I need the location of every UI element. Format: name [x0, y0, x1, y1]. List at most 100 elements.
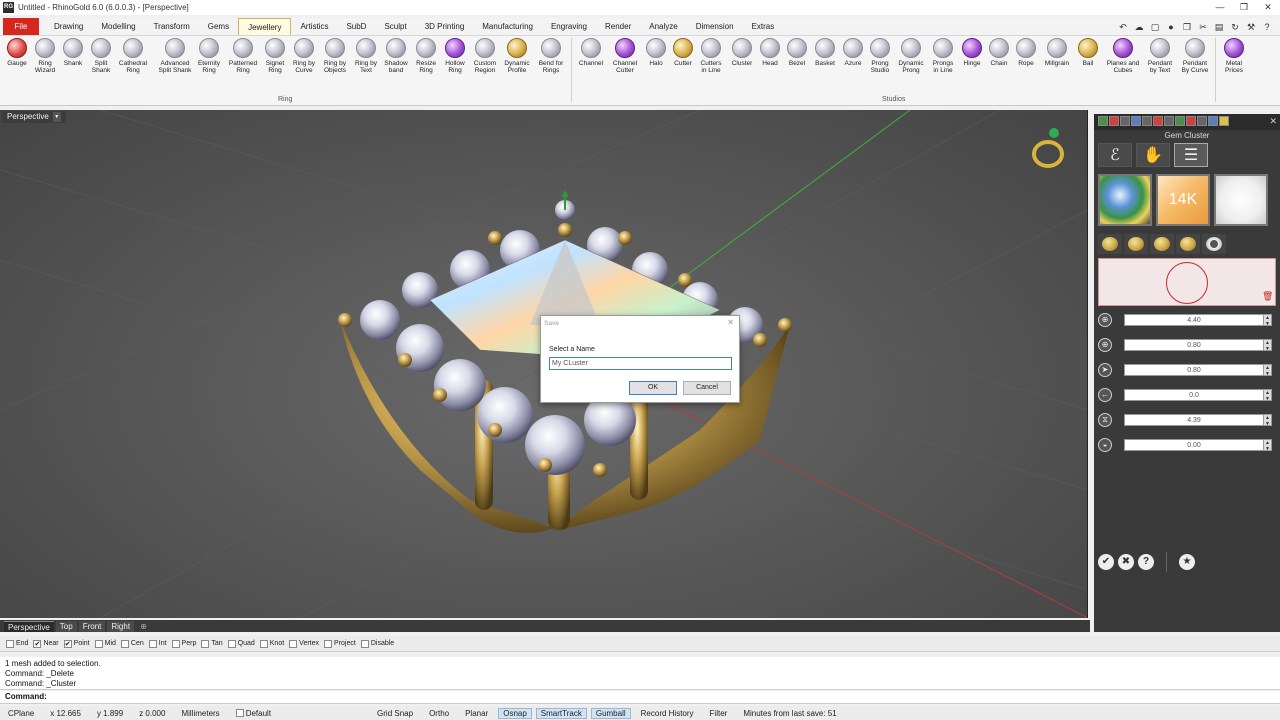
rope-button[interactable]: Rope	[1011, 38, 1041, 67]
close-button[interactable]: ✕	[1256, 2, 1280, 13]
bail-button[interactable]: Bail	[1073, 38, 1103, 67]
panel-tab-general[interactable]: ℰ	[1098, 143, 1132, 167]
gauge-button[interactable]: Gauge	[2, 38, 32, 67]
panel-tab-icon[interactable]	[1098, 116, 1108, 126]
prong-studio-button[interactable]: Prong Studio	[865, 38, 895, 74]
metal-thumbnail[interactable]: 14K	[1156, 174, 1210, 226]
dynamic-prong-button[interactable]: Dynamic Prong	[896, 38, 926, 74]
shape-preview[interactable]: 🗑	[1098, 258, 1276, 306]
tab-front[interactable]: Front	[78, 620, 106, 632]
osnap-knot[interactable]: Knot	[259, 639, 284, 648]
prongs-in-line-button[interactable]: Prongs in Line	[928, 38, 958, 74]
menu-artistics[interactable]: Artistics	[291, 18, 337, 35]
checkbox[interactable]	[360, 639, 369, 648]
trash-icon[interactable]: 🗑	[1262, 291, 1273, 302]
add-view-icon[interactable]: ⊕	[136, 621, 151, 632]
osnap-vertex[interactable]: Vertex	[289, 639, 319, 648]
viewport-title-tab[interactable]: Perspective ▾	[2, 111, 66, 123]
metal-prices-button[interactable]: Metal Prices	[1219, 38, 1249, 74]
checkbox[interactable]	[6, 639, 14, 648]
status-ortho[interactable]: Ortho	[421, 709, 457, 718]
channel-button[interactable]: Channel	[576, 38, 606, 67]
head-button[interactable]: Head	[755, 38, 785, 67]
name-input[interactable]	[549, 357, 732, 370]
menu-3d-printing[interactable]: 3D Printing	[416, 18, 474, 35]
accept-button[interactable]: ✔	[1098, 554, 1114, 570]
panel-tab-icon[interactable]	[1197, 116, 1207, 126]
panel-tab-icon[interactable]	[1175, 116, 1185, 126]
osnap-mid[interactable]: Mid	[94, 639, 116, 648]
osnap-near[interactable]: ✔ Near	[33, 639, 59, 648]
command-input[interactable]: Command:	[0, 691, 1280, 704]
panel-tab-icon[interactable]	[1131, 116, 1141, 126]
cluster-button[interactable]: Cluster	[727, 38, 757, 67]
menu-file[interactable]: File	[3, 18, 39, 35]
bezel-button[interactable]: Bezel	[782, 38, 812, 67]
param-value-input[interactable]: 0.0	[1124, 389, 1264, 401]
tools-icon[interactable]: ⚒	[1246, 22, 1256, 32]
shank-button[interactable]: Shank	[58, 38, 88, 67]
hinge-button[interactable]: Hinge	[957, 38, 987, 67]
prong-style-1[interactable]	[1098, 234, 1122, 254]
spinner[interactable]: ▲ ▼	[1264, 364, 1272, 377]
spinner[interactable]: ▲ ▼	[1264, 439, 1272, 452]
checkbox[interactable]	[227, 639, 236, 648]
osnap-cen[interactable]: Cen	[120, 639, 144, 648]
checkbox[interactable]	[289, 639, 298, 648]
status-osnap[interactable]: Osnap	[498, 707, 532, 719]
ring-by-curve-button[interactable]: Ring by Curve	[289, 38, 319, 74]
menu-analyze[interactable]: Analyze	[640, 18, 686, 35]
hollow-ring-button[interactable]: Hollow Ring	[440, 38, 470, 74]
status-filter[interactable]: Filter	[702, 709, 736, 718]
status-layer[interactable]: Default	[228, 709, 279, 718]
status-smarttrack[interactable]: SmartTrack	[535, 707, 587, 719]
eternity-ring-button[interactable]: Eternity Ring	[194, 38, 224, 74]
minimize-button[interactable]: —	[1208, 2, 1232, 13]
azure-button[interactable]: Azure	[838, 38, 868, 67]
monitor-icon[interactable]: ▢	[1150, 22, 1160, 32]
spinner[interactable]: ▲ ▼	[1264, 339, 1272, 352]
resize-ring-button[interactable]: Resize Ring	[411, 38, 441, 74]
gem-thumbnail[interactable]	[1098, 174, 1152, 226]
menu-dimension[interactable]: Dimension	[687, 18, 743, 35]
osnap-tan[interactable]: Tan	[201, 639, 223, 648]
diamond-thumbnail[interactable]	[1214, 174, 1268, 226]
prong-style-4[interactable]	[1176, 234, 1200, 254]
menu-gems[interactable]: Gems	[199, 18, 238, 35]
split-shank-button[interactable]: Split Shank	[86, 38, 116, 74]
panel-tab-icon[interactable]	[1208, 116, 1218, 126]
bend-for-rings-button[interactable]: Bend for Rings	[536, 38, 566, 74]
status-grid-snap[interactable]: Grid Snap	[369, 709, 421, 718]
checkbox[interactable]	[148, 639, 157, 648]
status-cplane[interactable]: CPlane	[0, 709, 42, 718]
osnap-int[interactable]: Int	[148, 639, 167, 648]
undo-icon[interactable]: ↶	[1118, 22, 1128, 32]
menu-modelling[interactable]: Modelling	[92, 18, 144, 35]
checkbox[interactable]	[259, 639, 268, 648]
shadow-band-button[interactable]: Shadow band	[381, 38, 411, 74]
status-units[interactable]: Millimeters	[173, 709, 227, 718]
custom-region-button[interactable]: Custom Region	[470, 38, 500, 74]
dialog-close-icon[interactable]: ✕	[727, 318, 734, 327]
millgrain-button[interactable]: Millgrain	[1042, 38, 1072, 67]
cutters-in-line-button[interactable]: Cutters in Line	[696, 38, 726, 74]
panel-tab-icon[interactable]	[1219, 116, 1229, 126]
checkbox[interactable]	[171, 639, 180, 648]
menu-transform[interactable]: Transform	[145, 18, 199, 35]
patterned-ring-button[interactable]: Patterned Ring	[226, 38, 260, 74]
basket-button[interactable]: Basket	[810, 38, 840, 67]
cutter-button[interactable]: Cutter	[668, 38, 698, 67]
panel-tab-icon[interactable]	[1142, 116, 1152, 126]
ring-wizard-button[interactable]: Ring Wizard	[30, 38, 60, 74]
help-button[interactable]: ?	[1138, 554, 1154, 570]
cancel-panel-button[interactable]: ✖	[1118, 554, 1134, 570]
ok-button[interactable]: OK	[629, 381, 677, 395]
panel-tab-icon[interactable]	[1120, 116, 1130, 126]
checkbox[interactable]	[201, 639, 210, 648]
menu-manufacturing[interactable]: Manufacturing	[473, 18, 542, 35]
spinner[interactable]: ▲ ▼	[1264, 389, 1272, 402]
planes-and-cubes-button[interactable]: Planes and Cubes	[1104, 38, 1142, 74]
tab-top[interactable]: Top	[55, 620, 77, 632]
osnap-perp[interactable]: Perp	[171, 639, 196, 648]
panel-tab-hand[interactable]: ✋	[1136, 143, 1170, 167]
